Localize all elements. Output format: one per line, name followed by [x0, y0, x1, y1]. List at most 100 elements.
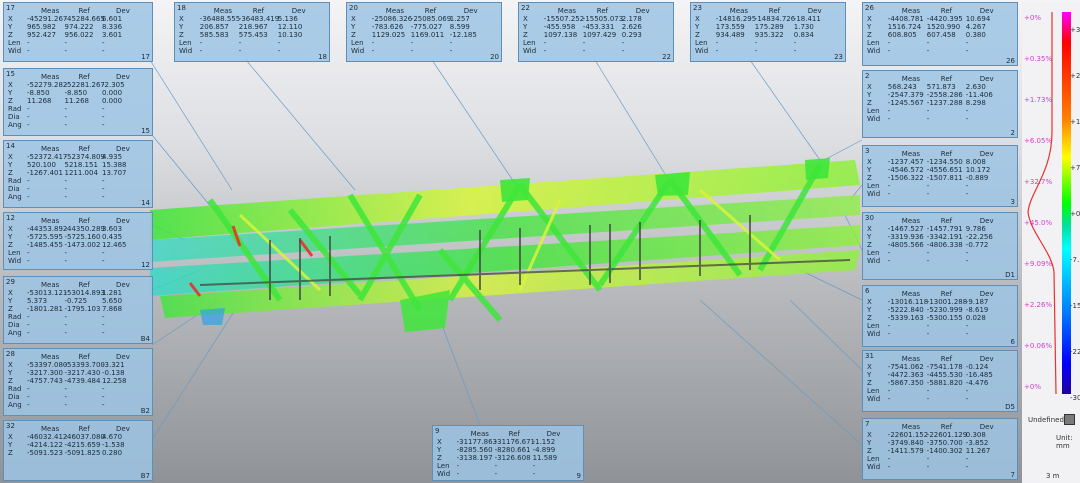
row-value: - [926, 387, 930, 395]
row-value: - [926, 182, 930, 190]
annotation-row: Y -4472.363 -4455.530 -16.485 [863, 371, 1017, 379]
row-value: -453.331 [582, 23, 615, 31]
row-label: X [867, 298, 872, 306]
annotation-panel-28[interactable]: 28 Meas Ref Dev X -53397.080 -53393.700 -3.321 Y… [3, 348, 153, 416]
row-value: - [582, 39, 586, 47]
row-label: X [8, 153, 13, 161]
annotation-panel-7[interactable]: 7 Meas Ref Dev X -22601.152 -22601.129 0.308 Y -3… [862, 418, 1018, 480]
annotation-panel-30[interactable]: 30 Meas Ref Dev X -1467.527 -1457.791 9.786 Y -33… [862, 212, 1018, 280]
column-header: Ref [508, 430, 520, 438]
row-value: 4.670 [102, 433, 123, 441]
annotation-row: X -45291.267 -45284.665 6.601 [4, 15, 152, 23]
annotation-panel-2[interactable]: 2 Meas Ref Dev X 568.243 571.873 2.630 Y -2547.37… [862, 70, 1018, 138]
row-value: 0.028 [965, 314, 986, 322]
row-value: - [64, 121, 68, 129]
row-value: 935.322 [754, 31, 784, 39]
row-value: -14816.295 [715, 15, 757, 23]
row-label: Y [8, 161, 13, 169]
row-value: - [102, 121, 105, 129]
row-value: -5339.163 [887, 314, 924, 322]
annotation-panel-3[interactable]: 3 Meas Ref Dev X -1237.457 -1234.550 8.008 Y -454… [862, 145, 1018, 207]
row-value: -5091.825 [64, 449, 101, 457]
annotation-panel-20[interactable]: 20 Meas Ref Dev X -25086.326 -25085.069 1.257 Y -… [346, 2, 502, 62]
row-value: - [754, 39, 758, 47]
row-value: - [277, 47, 281, 55]
row-value: -4215.659 [64, 441, 101, 449]
column-header: Dev [116, 73, 130, 81]
row-value: - [64, 321, 68, 329]
row-label: Z [867, 31, 872, 39]
annotation-row: Dia - - - [4, 113, 152, 121]
row-value: 1.730 [793, 23, 814, 31]
annotation-row: X 568.243 571.873 2.630 [863, 83, 1017, 91]
annotation-panel-18[interactable]: 18 Meas Ref Dev X -36488.555 -36483.419 5.136 Y 2… [174, 2, 330, 62]
row-value: - [793, 47, 797, 55]
row-value: - [27, 47, 30, 55]
annotation-panel-12[interactable]: 12 Meas Ref Dev X -44353.892 -44350.289 3.603 Y -… [3, 212, 153, 270]
column-header: Meas [901, 290, 921, 298]
row-value: - [64, 249, 68, 257]
row-value: -3138.197 [456, 454, 493, 462]
annotation-row: Z 1129.025 1169.011 -12.185 [347, 31, 501, 39]
column-header: Dev [116, 7, 130, 15]
row-value: 965.982 [27, 23, 56, 31]
row-value: - [27, 39, 30, 47]
row-value: - [887, 330, 891, 338]
annotation-row: X -1467.527 -1457.791 9.786 [863, 225, 1017, 233]
annotation-panel-15[interactable]: 15 Meas Ref Dev X -52279.282 -52281.267 -2.305 Y… [3, 68, 153, 136]
row-value: - [27, 193, 30, 201]
row-value: - [238, 39, 242, 47]
annotation-panel-14[interactable]: 14 Meas Ref Dev X -52372.417 -52374.809 4.935 Y 5… [3, 140, 153, 208]
row-value: - [64, 47, 68, 55]
row-value: - [371, 47, 375, 55]
annotation-panel-22[interactable]: 22 Meas Ref Dev X -15507.252 -15505.073 2.178 Y -… [518, 2, 674, 62]
column-header: Meas [41, 145, 60, 153]
annotation-row: Len - - - [4, 249, 152, 257]
column-header: Dev [635, 7, 650, 15]
annotation-row: Y -783.626 -775.027 8.599 [347, 23, 501, 31]
row-value: -1234.550 [926, 158, 963, 166]
column-header: Dev [546, 430, 561, 438]
scale-tick-label: -7.5 [1070, 256, 1080, 264]
annotation-row: X -25086.326 -25085.069 1.257 [347, 15, 501, 23]
annotation-panel-26[interactable]: 26 Meas Ref Dev X -4408.781 -4420.395 10.694 Y 15… [862, 2, 1018, 66]
row-value: - [27, 329, 30, 337]
annotation-row: Wid - - - [175, 47, 329, 55]
column-header: Dev [291, 7, 306, 15]
annotation-row: Dia - - - [4, 321, 152, 329]
annotation-panel-23[interactable]: 23 Meas Ref Dev X -14816.295 -14834.726 -18.411… [690, 2, 846, 62]
column-header: Meas [557, 7, 577, 15]
row-value: -8280.661 [494, 446, 531, 454]
row-value: -46032.412 [27, 433, 68, 441]
row-label: Y [867, 23, 872, 31]
row-label: X [867, 363, 872, 371]
annotation-row: Z 1097.138 1097.429 0.293 [519, 31, 673, 39]
row-value: - [64, 113, 68, 121]
annotation-panel-9[interactable]: 9 Meas Ref Dev X -31177.863 -31176.671 -1.152 Y -… [432, 425, 584, 481]
row-value: 5.650 [102, 297, 123, 305]
row-label: X [867, 431, 872, 439]
row-label: Len [867, 182, 880, 190]
annotation-suffix: 23 [834, 53, 843, 61]
row-label: Len [867, 387, 880, 395]
annotation-row: Z -1801.281 -1795.103 7.868 [4, 305, 152, 313]
scale-tick-label: +15 [1070, 118, 1080, 126]
annotation-row: Wid - - - [4, 257, 152, 265]
annotation-panel-31[interactable]: 31 Meas Ref Dev X -7541.062 -7541.178 -0.124 Y -4… [862, 350, 1018, 412]
column-header: Meas [729, 7, 749, 15]
row-value: -25085.069 [410, 15, 452, 23]
column-header: Dev [979, 290, 994, 298]
column-header: Meas [41, 353, 60, 361]
row-value: 13.707 [102, 169, 127, 177]
annotation-row: Len - - - [175, 39, 329, 47]
annotation-panel-32[interactable]: 32 Meas Ref Dev X -46032.412 -46037.080 4.670 Y -… [3, 420, 153, 481]
annotation-row: Wid - - - [863, 257, 1017, 265]
row-value: - [965, 249, 969, 257]
annotation-panel-6[interactable]: 6 Meas Ref Dev X -13016.118 -13001.288 -9.187 Y -… [862, 285, 1018, 347]
unit-label: Unit: mm [1056, 434, 1073, 450]
annotation-row: Z 952.427 956.022 3.601 [4, 31, 152, 39]
annotation-panel-29[interactable]: 29 Meas Ref Dev X -53013.121 -53014.893 1.281 Y 5… [3, 276, 153, 344]
annotation-panel-17[interactable]: 17 Meas Ref Dev X -45291.267 -45284.665 6.601 Y 9… [3, 2, 153, 62]
row-value: -4214.122 [27, 441, 63, 449]
row-value: -52281.267 [64, 81, 105, 89]
